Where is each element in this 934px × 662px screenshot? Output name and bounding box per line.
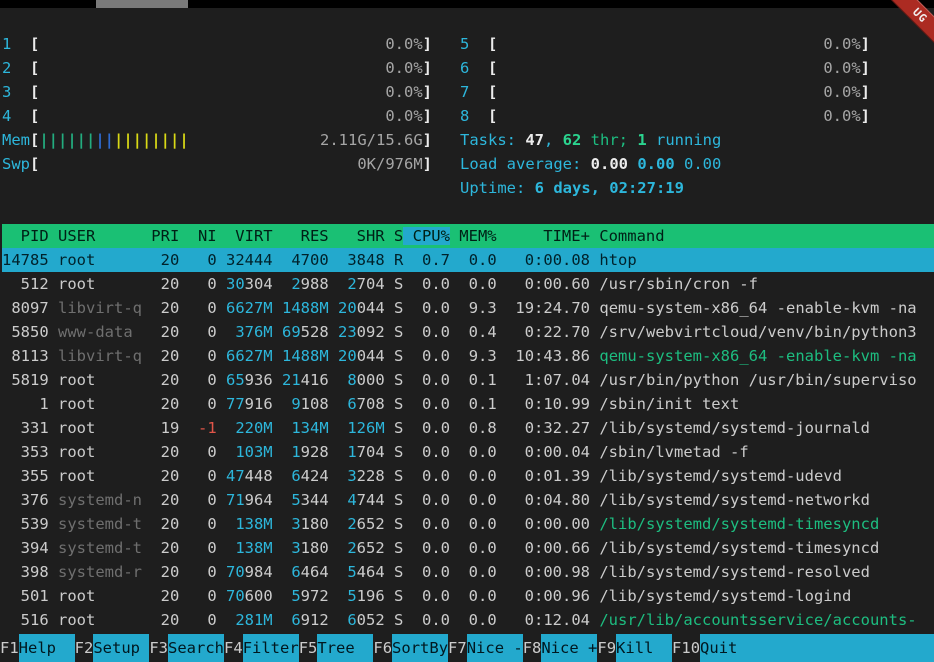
fkey-number-f10: F10 — [672, 634, 700, 662]
cpu-meter-5: 5 [0.0%] — [460, 32, 870, 56]
fkey-label-f1: Help — [19, 634, 75, 662]
fkey-f5[interactable]: F5Tree — [299, 634, 374, 662]
process-table: PID USER PRI NI VIRT RES SHR S CPU% MEM%… — [2, 224, 934, 632]
fkey-number-f3: F3 — [149, 634, 168, 662]
meters-section: 1 [0.0%]2 [0.0%]3 [0.0%]4 [0.0%]Mem[||||… — [2, 32, 934, 200]
process-row-516[interactable]: 516 root 20 0 281M 6912 6052 S 0.0 0.0 0… — [2, 608, 934, 632]
meters-right-cpus: 5 [0.0%]6 [0.0%]7 [0.0%]8 [0.0%] — [460, 32, 870, 128]
process-row-512[interactable]: 512 root 20 0 30304 2988 2704 S 0.0 0.0 … — [2, 272, 934, 296]
sort-column-header[interactable]: CPU% — [403, 227, 450, 245]
process-row-8097[interactable]: 8097 libvirt-q 20 0 6627M 1488M 20044 S … — [2, 296, 934, 320]
process-row-14785[interactable]: 14785 root 20 0 32444 4700 3848 R 0.7 0.… — [2, 248, 934, 272]
process-row-5819[interactable]: 5819 root 20 0 65936 21416 8000 S 0.0 0.… — [2, 368, 934, 392]
mem-bar-yellow: |||||||| — [114, 128, 189, 152]
mem-bar-blue: || — [95, 128, 114, 152]
top-tab — [96, 0, 188, 8]
fkey-label-f9: Kill — [616, 634, 672, 662]
load-average-label: Load average: — [460, 152, 591, 176]
tasks-threads: 62 — [563, 128, 582, 152]
fkey-label-f4: Filter — [243, 634, 299, 662]
fkey-f2[interactable]: F2Setup — [75, 634, 150, 662]
fkey-f6[interactable]: F6SortBy — [373, 634, 448, 662]
fkey-f3[interactable]: F3Search — [149, 634, 224, 662]
tasks-count: 47 — [525, 128, 544, 152]
process-row-539[interactable]: 539 systemd-t 20 0 138M 3180 2652 S 0.0 … — [2, 512, 934, 536]
cpu-meter-4: 4 [0.0%] — [2, 104, 432, 128]
uptime-label: Uptime: — [460, 176, 535, 200]
fkey-number-f9: F9 — [597, 634, 616, 662]
fkey-label-f2: Setup — [93, 634, 149, 662]
process-row-1[interactable]: 1 root 20 0 77916 9108 6708 S 0.0 0.1 0:… — [2, 392, 934, 416]
cpu-meter-1: 1 [0.0%] — [2, 32, 432, 56]
process-row-8113[interactable]: 8113 libvirt-q 20 0 6627M 1488M 20044 S … — [2, 344, 934, 368]
process-row-355[interactable]: 355 root 20 0 47448 6424 3228 S 0.0 0.0 … — [2, 464, 934, 488]
load-average-5m: 0.00 — [637, 152, 684, 176]
function-key-bar: F1Help F2Setup F3SearchF4FilterF5Tree F6… — [0, 634, 934, 662]
fkey-label-f8: Nice + — [541, 634, 597, 662]
load-average-1m: 0.00 — [591, 152, 638, 176]
process-row-394[interactable]: 394 systemd-t 20 0 138M 3180 2652 S 0.0 … — [2, 536, 934, 560]
fkey-number-f7: F7 — [448, 634, 467, 662]
fkey-label-f6: SortBy — [392, 634, 448, 662]
fkey-number-f4: F4 — [224, 634, 243, 662]
top-strip — [0, 0, 934, 8]
tasks-thr-label: thr; — [581, 128, 637, 152]
tasks-label: Tasks: — [460, 128, 525, 152]
cpu-meter-2: 2 [0.0%] — [2, 56, 432, 80]
meters-right-column: 5 [0.0%]6 [0.0%]7 [0.0%]8 [0.0%] Tasks: … — [460, 32, 870, 200]
tasks-sep: , — [544, 128, 563, 152]
process-table-header[interactable]: PID USER PRI NI VIRT RES SHR S CPU% MEM%… — [2, 224, 934, 248]
fkey-number-f5: F5 — [299, 634, 318, 662]
fkey-f8[interactable]: F8Nice + — [523, 634, 598, 662]
fkey-label-f3: Search — [168, 634, 224, 662]
cpu-meter-6: 6 [0.0%] — [460, 56, 870, 80]
cpu-meter-8: 8 [0.0%] — [460, 104, 870, 128]
cpu-meter-3: 3 [0.0%] — [2, 80, 432, 104]
fkey-label-f5: Tree — [317, 634, 373, 662]
process-row-331[interactable]: 331 root 19 -1 220M 134M 126M S 0.0 0.8 … — [2, 416, 934, 440]
blank-line — [2, 200, 934, 224]
fkey-label-f7: Nice - — [467, 634, 523, 662]
uptime-line: Uptime: 6 days, 02:27:19 — [460, 176, 870, 200]
process-row-501[interactable]: 501 root 20 0 70600 5972 5196 S 0.0 0.0 … — [2, 584, 934, 608]
fkey-label-f10: Quit — [700, 634, 934, 662]
process-row-376[interactable]: 376 systemd-n 20 0 71964 5344 4744 S 0.0… — [2, 488, 934, 512]
fkey-f7[interactable]: F7Nice - — [448, 634, 523, 662]
htop-screen: UG 1 [0.0%]2 [0.0%]3 [0.0%]4 [0.0%]Mem[|… — [0, 0, 934, 662]
uptime-value: 6 days, 02:27:19 — [535, 176, 684, 200]
fkey-number-f6: F6 — [373, 634, 392, 662]
tasks-running-count: 1 — [637, 128, 646, 152]
process-row-398[interactable]: 398 systemd-r 20 0 70984 6464 5464 S 0.0… — [2, 560, 934, 584]
tasks-line: Tasks: 47, 62 thr; 1 running — [460, 128, 870, 152]
fkey-f9[interactable]: F9Kill — [597, 634, 672, 662]
swp-meter: Swp[0K/976M] — [2, 152, 432, 176]
process-row-5850[interactable]: 5850 www-data 20 0 376M 69528 23092 S 0.… — [2, 320, 934, 344]
fkey-f4[interactable]: F4Filter — [224, 634, 299, 662]
load-average-15m: 0.00 — [684, 152, 721, 176]
meters-left-column: 1 [0.0%]2 [0.0%]3 [0.0%]4 [0.0%]Mem[||||… — [2, 32, 432, 176]
fkey-number-f8: F8 — [523, 634, 542, 662]
tasks-running-label: running — [647, 128, 722, 152]
terminal: 1 [0.0%]2 [0.0%]3 [0.0%]4 [0.0%]Mem[||||… — [0, 8, 934, 634]
cpu-meter-7: 7 [0.0%] — [460, 80, 870, 104]
debug-ribbon-text: UG — [910, 6, 930, 26]
fkey-f10[interactable]: F10Quit — [672, 634, 934, 662]
mem-meter: Mem[||||||||||||||||2.11G/15.6G] — [2, 128, 432, 152]
load-average-line: Load average: 0.00 0.00 0.00 — [460, 152, 870, 176]
process-row-353[interactable]: 353 root 20 0 103M 1928 1704 S 0.0 0.0 0… — [2, 440, 934, 464]
fkey-number-f1: F1 — [0, 634, 19, 662]
mem-bar-green: |||||| — [39, 128, 95, 152]
fkey-f1[interactable]: F1Help — [0, 634, 75, 662]
fkey-number-f2: F2 — [75, 634, 94, 662]
